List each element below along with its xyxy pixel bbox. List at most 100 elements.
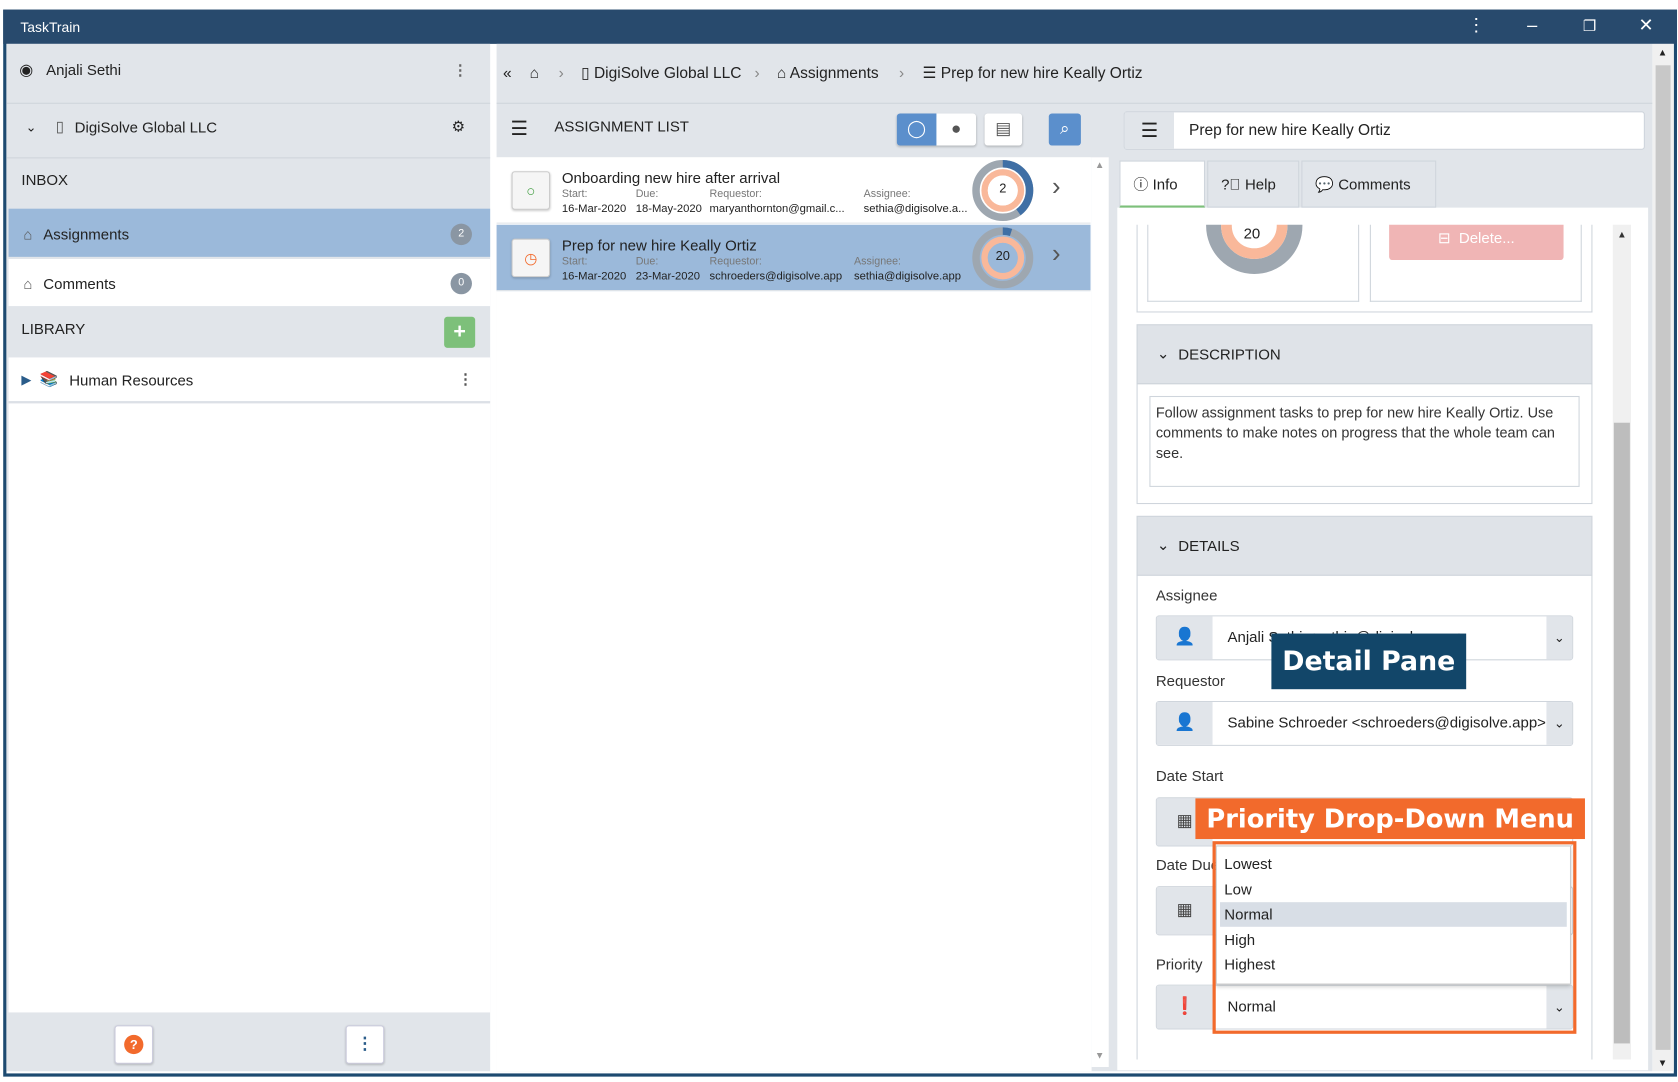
donut-count: 20 xyxy=(995,248,1010,264)
archive-button[interactable]: ▤ xyxy=(984,113,1023,146)
scroll-up-icon[interactable]: ▲ xyxy=(1617,229,1627,240)
list-scrollbar[interactable]: ▲ ▼ xyxy=(1091,157,1109,1067)
restore-icon[interactable]: ❐ xyxy=(1583,17,1596,35)
filter-toggle: ◯ ● xyxy=(896,113,977,146)
list-icon: ☰ xyxy=(510,117,528,140)
user-menu-icon[interactable]: ⋮ xyxy=(453,60,468,78)
list-item[interactable]: ◷ Prep for new hire Keally Ortiz Start: … xyxy=(496,224,1091,292)
collapse-icon[interactable]: « xyxy=(503,65,512,82)
add-library-button[interactable]: + xyxy=(444,316,476,348)
assignee-label: Assignee: xyxy=(863,188,911,201)
item-title: Onboarding new hire after arrival xyxy=(561,169,781,187)
help-button[interactable]: ? xyxy=(114,1025,154,1064)
assignments-row: ⌂ Assignments xyxy=(24,226,130,243)
inbox-heading: INBOX xyxy=(21,171,69,189)
window-menu-icon[interactable]: ⋮ xyxy=(1467,15,1485,36)
detail-scrollbar[interactable]: ▲ xyxy=(1612,224,1631,1060)
tab-info[interactable]: ⓘ Info xyxy=(1119,160,1206,208)
closed-filter-button[interactable]: ● xyxy=(936,113,976,145)
due-date: 23-Mar-2020 xyxy=(635,269,701,283)
list-item[interactable]: ○ Onboarding new hire after arrival Star… xyxy=(496,157,1091,224)
org-name: DigiSolve Global LLC xyxy=(74,118,218,136)
due-date: 18-May-2020 xyxy=(635,202,702,216)
delete-label: Delete... xyxy=(1458,229,1515,247)
detail-pane-annotation: Detail Pane xyxy=(1271,633,1467,690)
library-item-menu-icon[interactable]: ⋮ xyxy=(458,370,473,388)
chevron-down-icon[interactable]: ⌄ xyxy=(1546,702,1573,745)
comments-count-badge: 0 xyxy=(450,272,472,295)
inbox-icon: ⌂ xyxy=(23,275,33,293)
gear-icon[interactable]: ⚙ xyxy=(452,118,465,136)
start-label: Start: xyxy=(561,188,588,201)
detail-title: Prep for new hire Keally Ortiz xyxy=(1188,122,1391,140)
description-header[interactable]: ⌄ DESCRIPTION xyxy=(1136,324,1593,385)
chevron-right-icon[interactable]: › xyxy=(1052,172,1061,202)
priority-label: Priority xyxy=(1155,955,1203,973)
breadcrumb-assignment[interactable]: ☰ Prep for new hire Keally Ortiz xyxy=(923,65,1143,82)
assignee-email: sethia@digisolve.a... xyxy=(863,202,968,216)
date-start-label: Date Start xyxy=(1155,767,1224,785)
user-row[interactable]: ◉ Anjali Sethi ⋮ xyxy=(19,60,479,79)
breadcrumb-assignments[interactable]: ⌂ Assignments xyxy=(777,65,879,82)
breadcrumb-label: Assignments xyxy=(789,65,879,83)
scroll-up-icon[interactable]: ▲ xyxy=(1658,47,1668,58)
tab-comments[interactable]: 💬 Comments xyxy=(1301,160,1437,208)
search-button[interactable]: ⌕ xyxy=(1048,113,1081,146)
scroll-thumb[interactable] xyxy=(1655,65,1671,1050)
expand-arrow-icon[interactable]: ▶ xyxy=(21,372,31,387)
tab-label: Help xyxy=(1244,175,1276,193)
requestor-email: maryanthornton@gmail.c... xyxy=(709,202,845,216)
sidebar-item-label: Comments xyxy=(43,275,116,293)
sidebar-menu-button[interactable]: ⋮ xyxy=(345,1025,385,1064)
due-label: Due: xyxy=(635,255,659,268)
minus-icon: ⊟ xyxy=(1437,229,1451,247)
chevron-right-icon[interactable]: › xyxy=(1052,240,1061,270)
scroll-down-icon[interactable]: ▼ xyxy=(1658,1057,1668,1068)
detail-title-field[interactable]: ☰ Prep for new hire Keally Ortiz xyxy=(1123,111,1645,150)
tab-help[interactable]: ?⃝ Help xyxy=(1207,160,1300,208)
chevron-down-icon: ⌄ xyxy=(1156,536,1170,554)
minimize-icon[interactable]: – xyxy=(1527,15,1537,36)
requestor-email: schroeders@digisolve.app xyxy=(709,269,843,283)
progress-count: 20 xyxy=(1243,224,1261,242)
details-header[interactable]: ⌄ DETAILS xyxy=(1136,515,1593,576)
breadcrumb-org[interactable]: ▯ DigiSolve Global LLC xyxy=(581,65,741,82)
scroll-down-icon[interactable]: ▼ xyxy=(1095,1050,1105,1061)
donut-count: 2 xyxy=(999,180,1007,196)
open-filter-button[interactable]: ◯ xyxy=(896,113,937,146)
delete-button[interactable]: ⊟ Delete... xyxy=(1389,224,1564,261)
library-item-label: Human Resources xyxy=(69,370,194,388)
close-icon[interactable]: ✕ xyxy=(1638,15,1653,36)
details-title: DETAILS xyxy=(1178,537,1240,555)
assignment-list xyxy=(496,157,1092,1072)
start-label: Start: xyxy=(561,255,588,268)
window-scrollbar[interactable]: ▲ ▼ xyxy=(1652,43,1674,1072)
requestor-value: Sabine Schroeder <schroeders@digisolve.a… xyxy=(1227,713,1546,731)
assignment-list-title: ASSIGNMENT LIST xyxy=(554,117,689,135)
home-icon[interactable]: ⌂ xyxy=(530,65,539,82)
open-status-icon[interactable]: ○ xyxy=(511,171,551,210)
chevron-down-icon[interactable]: ⌄ xyxy=(1546,616,1573,660)
chevron-down-icon[interactable]: ⌄ xyxy=(26,119,37,134)
title-bar: TaskTrain ⋮ – ❐ ✕ xyxy=(3,9,1678,44)
description-textarea[interactable]: Follow assignment tasks to prep for new … xyxy=(1149,395,1580,487)
progress-card: 20 xyxy=(1147,224,1360,302)
scroll-thumb[interactable] xyxy=(1613,422,1630,1044)
assignments-count-badge: 2 xyxy=(450,223,472,246)
clock-status-icon[interactable]: ◷ xyxy=(511,238,551,278)
breadcrumb-separator: › xyxy=(754,65,760,83)
assignee-email: sethia@digisolve.app xyxy=(854,269,962,283)
assignee-label: Assignee: xyxy=(854,255,902,268)
scroll-up-icon[interactable]: ▲ xyxy=(1095,159,1105,170)
comment-bubble-icon: 💬 xyxy=(1315,174,1334,193)
requestor-label: Requestor: xyxy=(709,188,762,201)
sidebar-empty-area xyxy=(8,403,491,1013)
requestor-label: Requestor xyxy=(1155,672,1225,690)
priority-menu-annotation: Priority Drop-Down Menu xyxy=(1195,798,1585,840)
list-icon: ☰ xyxy=(1124,112,1175,149)
inbox-icon: ⌂ xyxy=(23,225,33,243)
due-label: Due: xyxy=(635,188,659,201)
org-row[interactable]: ⌄ ▯ DigiSolve Global LLC ⚙ xyxy=(26,118,480,136)
requestor-select[interactable]: 👤 Sabine Schroeder <schroeders@digisolve.… xyxy=(1155,700,1574,746)
user-name: Anjali Sethi xyxy=(46,61,122,79)
